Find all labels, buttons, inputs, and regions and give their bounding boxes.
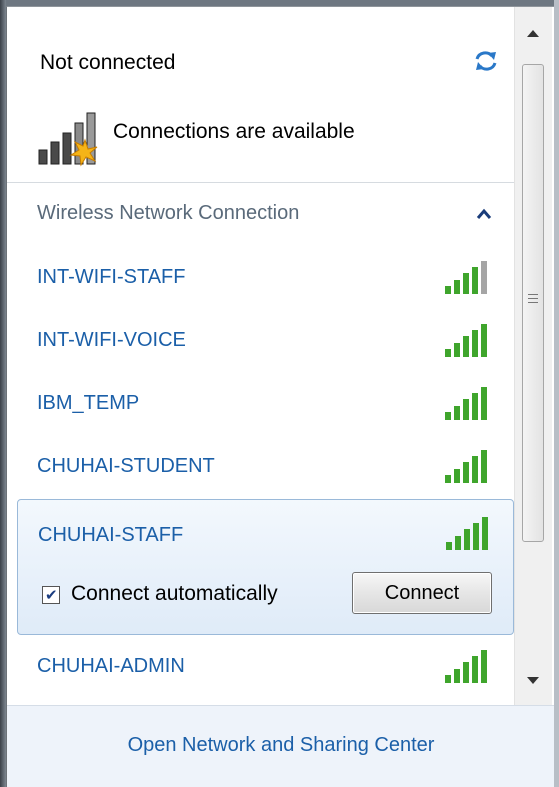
wifi-signal-icon — [445, 261, 487, 294]
checkmark-icon: ✔ — [45, 587, 58, 604]
network-list-area: Not connected Connections are available … — [7, 7, 514, 705]
network-item-chuhai-admin[interactable]: CHUHAI-ADMIN — [7, 639, 514, 703]
connect-button[interactable]: Connect — [352, 572, 492, 614]
grip-lines-icon — [528, 294, 538, 303]
network-name: CHUHAI-ADMIN — [37, 655, 185, 677]
availability-text: Connections are available — [113, 120, 355, 143]
network-item-int-wifi-staff[interactable]: INT-WIFI-STAFF — [7, 250, 514, 314]
refresh-icon[interactable] — [471, 47, 501, 75]
network-flyout-panel: Not connected Connections are available … — [6, 6, 554, 787]
signal-bars-with-star-icon — [38, 112, 98, 167]
network-item-chuhai-staff-selected[interactable]: CHUHAI-STAFF ✔ Connect automatically Con… — [17, 499, 514, 635]
connect-automatically-label[interactable]: Connect automatically — [71, 582, 278, 606]
flyout-footer: Open Network and Sharing Center — [7, 705, 554, 787]
window-frame-right — [554, 0, 559, 787]
network-item-ibm-temp[interactable]: IBM_TEMP — [7, 376, 514, 440]
scroll-down-arrow-icon[interactable] — [522, 671, 544, 689]
section-title: Wireless Network Connection — [37, 202, 300, 224]
vertical-scrollbar[interactable] — [514, 7, 552, 705]
network-item-int-wifi-voice[interactable]: INT-WIFI-VOICE — [7, 313, 514, 377]
wifi-signal-icon — [446, 517, 488, 550]
chevron-up-icon[interactable] — [476, 208, 492, 220]
open-network-sharing-center-link[interactable]: Open Network and Sharing Center — [7, 734, 554, 757]
scroll-up-arrow-icon[interactable] — [522, 25, 544, 43]
header-divider — [7, 182, 514, 183]
connection-status-header: Not connected Connections are available — [7, 7, 514, 182]
network-name: CHUHAI-STUDENT — [37, 455, 215, 477]
wifi-signal-icon — [445, 650, 487, 683]
wifi-signal-icon — [445, 450, 487, 483]
network-name: IBM_TEMP — [37, 392, 140, 414]
network-item-chuhai-student[interactable]: CHUHAI-STUDENT — [7, 439, 514, 503]
network-name: INT-WIFI-VOICE — [37, 329, 186, 351]
scrollbar-thumb[interactable] — [522, 64, 544, 542]
network-name: INT-WIFI-STAFF — [37, 266, 186, 288]
wifi-signal-icon — [445, 324, 487, 357]
connect-automatically-checkbox[interactable]: ✔ — [42, 586, 60, 604]
wifi-signal-icon — [445, 387, 487, 420]
network-name: CHUHAI-STAFF — [38, 524, 184, 546]
status-title: Not connected — [40, 51, 176, 74]
